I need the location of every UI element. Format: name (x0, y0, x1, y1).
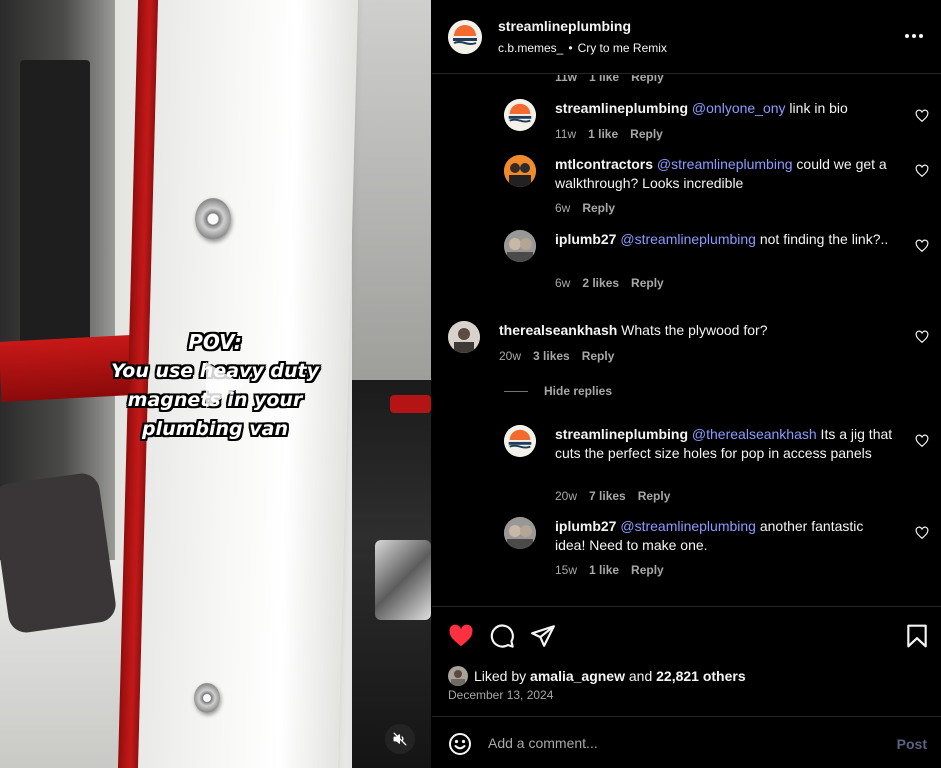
play-icon[interactable] (188, 352, 254, 418)
post-button[interactable]: Post (897, 736, 927, 752)
comment-text: streamlineplumbing @onlyone_ony link in … (555, 100, 848, 116)
avatar[interactable] (504, 99, 536, 131)
avatar (448, 666, 468, 686)
comment-meta: 20w 7 likes Reply (555, 489, 671, 503)
reel-video[interactable]: POV: You use heavy duty magnets in your … (0, 0, 431, 768)
speaker-muted-icon[interactable] (385, 724, 415, 754)
post-actions: Liked by amalia_agnew and 22,821 others … (432, 606, 941, 716)
comment-text: mtlcontractors @streamlineplumbing could… (555, 156, 887, 191)
avatar[interactable] (504, 230, 536, 262)
magnet (194, 683, 220, 713)
comments-list: 11w 1 like Reply streamlineplumbing @onlyo… (432, 75, 941, 606)
bookmark-icon[interactable] (904, 623, 930, 649)
post-date: December 13, 2024 (448, 688, 554, 702)
comment-meta: 20w 3 likes Reply (499, 349, 615, 363)
heart-outline-icon[interactable] (915, 109, 929, 123)
comment-text: streamlineplumbing @therealseankhash Its… (555, 426, 893, 461)
comment-meta: 6w Reply (555, 201, 616, 215)
post-sidebar: streamlineplumbing c.b.memes_ • Cry to me … (432, 0, 941, 768)
heart-filled-icon[interactable] (448, 623, 474, 649)
magnet (195, 198, 231, 240)
more-horizontal-icon[interactable] (905, 28, 925, 44)
liked-by[interactable]: Liked by amalia_agnew and 22,821 others (448, 666, 746, 686)
comment-input[interactable] (488, 731, 868, 755)
post-header: streamlineplumbing c.b.memes_ • Cry to me … (432, 0, 941, 74)
avatar[interactable] (448, 20, 482, 54)
comment-meta: 11w 1 like Reply (555, 127, 663, 141)
heart-outline-icon[interactable] (915, 164, 929, 178)
comment-icon[interactable] (489, 623, 515, 649)
heart-outline-icon[interactable] (915, 434, 929, 448)
avatar[interactable] (504, 517, 536, 549)
comment-meta: 11w 1 like Reply (555, 75, 664, 84)
add-comment-bar: Post (432, 716, 941, 768)
heart-outline-icon[interactable] (915, 526, 929, 540)
header-username[interactable]: streamlineplumbing (498, 18, 631, 34)
comment-text: iplumb27 @streamlineplumbing another fan… (555, 518, 864, 553)
send-icon[interactable] (530, 623, 556, 649)
hide-replies-button[interactable]: Hide replies (504, 384, 612, 398)
heart-outline-icon[interactable] (915, 330, 929, 344)
comment-meta: 15w 1 like Reply (555, 563, 664, 577)
avatar[interactable] (504, 425, 536, 457)
audio-attribution[interactable]: c.b.memes_ • Cry to me Remix (498, 41, 667, 55)
comment-meta: 6w 2 likes Reply (555, 276, 664, 290)
emoji-smile-icon[interactable] (448, 732, 472, 756)
comment-text: therealseankhash Whats the plywood for? (499, 322, 768, 338)
comment-text: iplumb27 @streamlineplumbing not finding… (555, 231, 889, 247)
heart-outline-icon[interactable] (915, 239, 929, 253)
avatar[interactable] (448, 321, 480, 353)
avatar[interactable] (504, 155, 536, 187)
